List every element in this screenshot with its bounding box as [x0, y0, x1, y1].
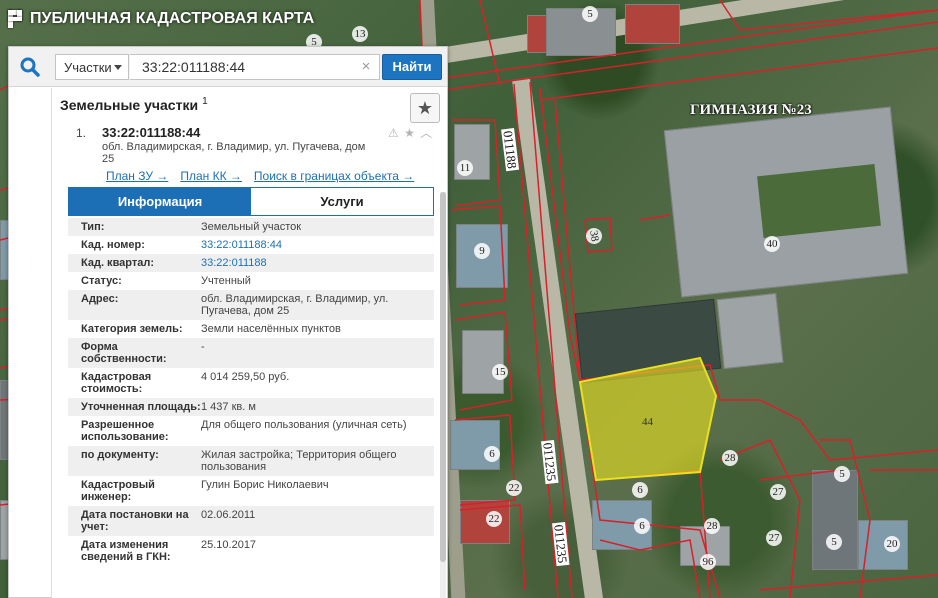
plot-label: 96: [700, 554, 716, 570]
detail-value: -: [201, 341, 205, 353]
detail-key: Форма собственности:: [81, 341, 167, 365]
detail-row: Адрес: обл. Владимирская, г. Владимир, ул…: [68, 290, 434, 320]
plot-label: 13: [352, 26, 368, 42]
detail-value[interactable]: 33:22:011188: [201, 257, 431, 269]
plot-label: 27: [766, 530, 782, 546]
detail-key: Статус:: [81, 275, 122, 287]
detail-key: Адрес:: [81, 293, 119, 305]
detail-value: Учтенный: [201, 275, 251, 287]
detail-row: Кадастровая стоимость: 4 014 259,50 руб.: [68, 368, 434, 398]
detail-row: Статус: Учтенный: [68, 272, 434, 290]
detail-row: Кад. квартал: 33:22:011188: [68, 254, 434, 272]
results-count: 1: [202, 96, 208, 107]
plot-label: 28: [704, 518, 720, 534]
result-tools[interactable]: ⚠ ★ ︿: [388, 124, 433, 141]
plot-label: 40: [764, 236, 780, 252]
search-type-value: Участки: [64, 60, 112, 75]
star-icon: ★: [416, 98, 434, 118]
tab-info[interactable]: Информация: [69, 188, 251, 215]
plot-label: 27: [770, 484, 786, 500]
search-type-select[interactable]: Участки: [55, 54, 129, 80]
detail-value: Для общего пользования (уличная сеть): [201, 419, 407, 431]
plot-label: 6: [632, 482, 648, 498]
result-title[interactable]: 33:22:011188:44: [102, 125, 200, 140]
result-number: 1.: [76, 126, 87, 140]
detail-value: обл. Владимирская, г. Владимир, ул. Пуга…: [201, 293, 389, 317]
plot-label: 15: [492, 364, 508, 380]
results-heading: Земельные участки 1: [60, 96, 208, 113]
details-table: Тип: Земельный участок Кад. номер: 33:22:01…: [68, 218, 434, 598]
app-title[interactable]: ПУБЛИЧНАЯ КАДАСТРОВАЯ КАРТА: [8, 10, 314, 28]
detail-row: Категория земель: Земли населённых пункто…: [68, 320, 434, 338]
detail-row: Разрешенное использование: Для общего пол…: [68, 416, 434, 446]
detail-value: 4 014 259,50 руб.: [201, 371, 290, 383]
plot-label: 28: [722, 450, 738, 466]
search-panel: Участки × Найти Земельные участки1 ★ 1. …: [8, 46, 448, 598]
info-tabs: Информация Услуги: [68, 187, 434, 216]
results-heading-text: Земельные участки: [60, 97, 199, 113]
plot-label: 6: [484, 446, 500, 462]
plot-label: 20: [884, 536, 900, 552]
detail-row: Уточненная площадь: 1 437 кв. м: [68, 398, 434, 416]
link-plan-kk[interactable]: План КК →: [180, 169, 242, 183]
link-plan-zu[interactable]: План ЗУ →: [106, 169, 168, 183]
plot-label: 6: [634, 518, 650, 534]
search-bar: Участки × Найти: [9, 47, 447, 87]
detail-value: Гулин Борис Николаевич: [201, 479, 329, 491]
result-address: обл. Владимирская, г. Владимир, ул. Пуга…: [102, 141, 366, 165]
link-search-in-bounds[interactable]: Поиск в границах объекта →: [254, 169, 414, 183]
detail-key: Дата изменения сведений в ГКН:: [81, 539, 171, 563]
detail-row: Дата постановки на учет: 02.06.2011: [68, 506, 434, 536]
plot-label: 22: [486, 511, 502, 527]
scrollbar[interactable]: [440, 192, 446, 598]
plot-label: 5: [834, 466, 850, 482]
tab-services[interactable]: Услуги: [251, 188, 433, 215]
detail-value: Земельный участок: [201, 221, 302, 233]
detail-key: Разрешенное использование:: [81, 419, 169, 443]
detail-value: Жилая застройка; Территория общего польз…: [201, 449, 397, 473]
detail-row: Кадастровый инженер: Гулин Борис Николаев…: [68, 476, 434, 506]
plot-label: 5: [826, 534, 842, 550]
search-input[interactable]: [130, 54, 380, 80]
detail-value[interactable]: 33:22:011188:44: [201, 239, 431, 251]
plot-label: 9: [474, 243, 490, 259]
app-title-text: ПУБЛИЧНАЯ КАДАСТРОВАЯ КАРТА: [30, 10, 315, 27]
search-icon[interactable]: [19, 56, 41, 78]
detail-row: по документу: Жилая застройка; Территория…: [68, 446, 434, 476]
results-panel: Земельные участки 1 ★ 1. 33:22:011188:44 …: [51, 88, 447, 598]
detail-key: Кадастровый инженер:: [81, 479, 155, 503]
school-label: ГИМНАЗИЯ №23: [690, 102, 812, 118]
search-button[interactable]: Найти: [382, 54, 442, 80]
detail-key: Тип:: [81, 221, 105, 233]
detail-value: Земли населённых пунктов: [201, 323, 341, 335]
plot-label: 11: [457, 160, 473, 176]
detail-value: 1 437 кв. м: [201, 401, 256, 413]
detail-row: Форма собственности: -: [68, 338, 434, 368]
clear-icon[interactable]: ×: [359, 59, 373, 75]
chevron-down-icon: [114, 65, 122, 70]
detail-row: Кад. номер: 33:22:011188:44: [68, 236, 434, 254]
detail-key: Кадастровая стоимость:: [81, 371, 152, 395]
detail-key: Дата постановки на учет:: [81, 509, 189, 533]
detail-key: по документу:: [81, 449, 159, 461]
scroll-thumb[interactable]: [440, 192, 446, 562]
detail-row: Дата изменения сведений в ГКН: 25.10.2017: [68, 536, 434, 566]
detail-value: 25.10.2017: [201, 539, 257, 551]
favorite-button[interactable]: ★: [410, 93, 440, 123]
result-links: План ЗУ → План КК → Поиск в границах объек…: [106, 169, 426, 183]
detail-key: Кад. номер:: [81, 239, 145, 251]
detail-key: Уточненная площадь:: [81, 401, 201, 413]
detail-row: Тип: Земельный участок: [68, 218, 434, 236]
logo-icon: [8, 10, 24, 28]
selected-plot-label[interactable]: 44: [642, 416, 653, 428]
plot-label: 22: [506, 480, 522, 496]
plot-label: 5: [582, 6, 598, 22]
detail-key: Кад. квартал:: [81, 257, 155, 269]
detail-value: 02.06.2011: [201, 509, 256, 521]
detail-key: Категория земель:: [81, 323, 183, 335]
